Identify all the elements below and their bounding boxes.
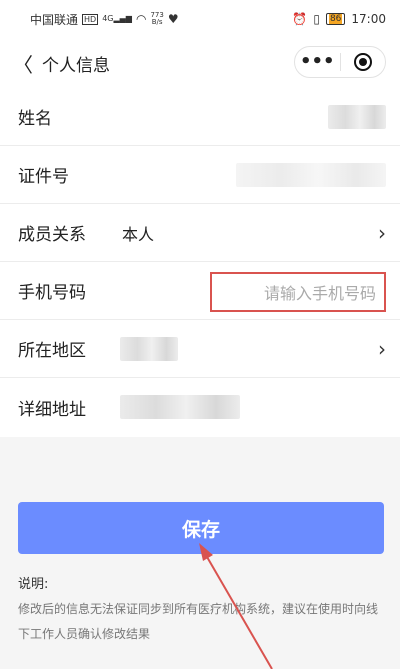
status-bar: 中国联通 HD 4G▂▄▆ ◠ 773 B/s ♥ ⏰ ▯ 86 17:00 (0, 0, 400, 38)
name-row: 姓名 (0, 88, 400, 146)
id-number-label: 证件号 (18, 167, 69, 187)
battery-icon: 86 (325, 13, 346, 25)
vibrate-icon: ▯ (313, 12, 320, 26)
phone-label: 手机号码 (18, 283, 86, 303)
net-speed-unit: B/s (151, 18, 163, 26)
save-button[interactable]: 保存 (18, 502, 384, 554)
name-value-redacted (328, 105, 386, 129)
target-icon (353, 53, 372, 71)
id-number-value-redacted (236, 163, 386, 187)
id-number-row: 证件号 (0, 146, 400, 204)
address-row: 详细地址 (0, 378, 400, 436)
phone-row: 手机号码 请输入手机号码 (0, 262, 400, 320)
footer-area: 保存 说明: 修改后的信息无法保证同步到所有医疗机构系统，建议在使用时向线下工作… (0, 437, 400, 669)
phone-input[interactable]: 请输入手机号码 (210, 272, 386, 312)
battery-level: 86 (328, 14, 343, 24)
network-type: 4G (102, 14, 114, 23)
status-left: 中国联通 HD 4G▂▄▆ ◠ 773 B/s ♥ (30, 11, 179, 28)
hd-icon: HD (82, 13, 99, 25)
nav-bar: 〈 个人信息 ••• (0, 38, 400, 88)
carrier-name: 中国联通 (30, 12, 79, 27)
chevron-left-icon: 〈 (13, 52, 33, 77)
page-title: 个人信息 (42, 55, 110, 76)
more-options-button[interactable]: ••• (295, 53, 340, 71)
relation-value: 本人 (122, 224, 155, 244)
region-value-redacted (120, 337, 178, 361)
net-speed: 773 B/s (150, 12, 163, 26)
status-right: ⏰ ▯ 86 17:00 (292, 12, 386, 26)
wifi-icon: ◠ (135, 12, 147, 26)
region-label: 所在地区 (18, 341, 86, 361)
relation-row[interactable]: 成员关系 本人 › (0, 204, 400, 262)
heart-icon: ♥ (167, 12, 179, 26)
relation-label: 成员关系 (18, 225, 86, 245)
chevron-right-icon: › (378, 336, 386, 361)
status-time: 17:00 (351, 12, 386, 26)
mini-program-capsule: ••• (294, 46, 386, 78)
personal-info-form: 姓名 证件号 成员关系 本人 › 手机号码 请输入手机号码 所在地区 › 详细地… (0, 88, 400, 436)
region-row[interactable]: 所在地区 › (0, 320, 400, 378)
notes-text: 修改后的信息无法保证同步到所有医疗机构系统，建议在使用时向线下工作人员确认修改结… (18, 602, 379, 641)
chevron-right-icon: › (378, 220, 386, 245)
notes-title: 说明: (18, 577, 49, 592)
alarm-icon: ⏰ (292, 12, 308, 26)
back-button[interactable]: 〈 (6, 43, 40, 83)
address-label: 详细地址 (18, 399, 86, 420)
close-program-button[interactable] (341, 53, 386, 71)
name-label: 姓名 (18, 109, 52, 129)
address-value-redacted (120, 395, 240, 419)
signal-icon: 4G▂▄▆ (102, 14, 132, 23)
